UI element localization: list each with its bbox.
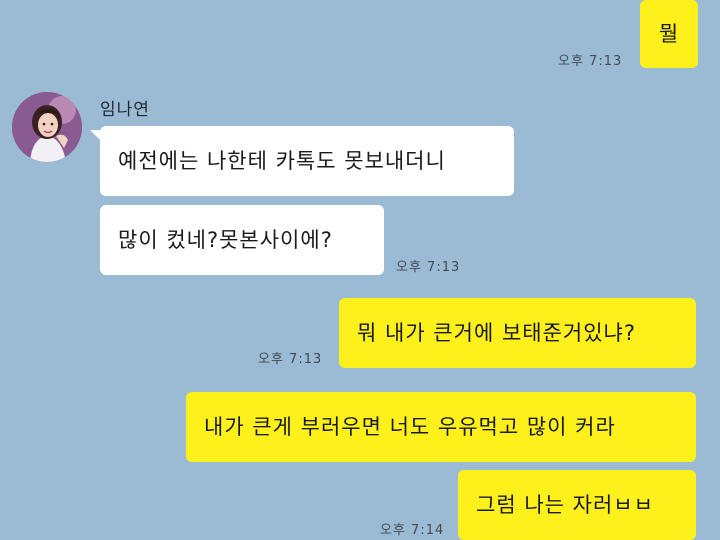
message-bubble-partner[interactable]: 많이 컸네?못본사이에? <box>100 205 384 275</box>
partner-name: 임나연 <box>100 100 150 120</box>
profile-photo-icon <box>12 92 82 162</box>
message-bubble-mine[interactable]: 그럼 나는 자러ㅂㅂ <box>458 470 696 540</box>
partner-avatar[interactable] <box>12 92 82 162</box>
message-timestamp: 오후 7:13 <box>558 54 623 69</box>
message-bubble-mine[interactable]: 뭐 내가 큰거에 보태준거있냐? <box>339 298 696 368</box>
message-bubble-mine[interactable]: 뭘 <box>640 0 698 68</box>
message-bubble-partner[interactable]: 예전에는 나한테 카톡도 못보내더니 <box>100 126 514 196</box>
message-timestamp: 오후 7:13 <box>258 352 323 367</box>
bubble-tail <box>90 130 100 140</box>
message-bubble-mine[interactable]: 내가 큰게 부러우면 너도 우유먹고 많이 커라 <box>186 392 696 462</box>
message-timestamp: 오후 7:13 <box>396 260 461 275</box>
message-timestamp: 오후 7:14 <box>380 523 445 538</box>
